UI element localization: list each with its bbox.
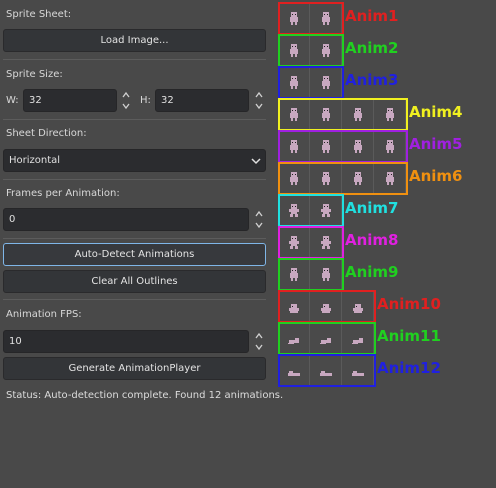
divider	[3, 179, 266, 180]
animation-label: Anim4	[409, 103, 463, 121]
animation-label: Anim2	[345, 39, 399, 57]
frames-spinner[interactable]	[254, 208, 264, 231]
divider	[3, 299, 266, 300]
settings-panel: Sprite Sheet: Load Image... Sprite Size:…	[0, 0, 283, 488]
fps-input[interactable]: 10	[3, 330, 249, 353]
animation-outline	[278, 258, 344, 291]
sheet-direction-select[interactable]: Horizontal	[3, 149, 266, 172]
spin-down-icon	[255, 103, 263, 110]
spin-down-icon	[255, 222, 263, 229]
height-label: H:	[140, 95, 151, 106]
animation-outline	[278, 194, 344, 227]
divider	[3, 238, 266, 239]
animation-outline	[278, 2, 344, 35]
spin-up-icon	[255, 210, 263, 217]
animation-outline	[278, 322, 376, 355]
chevron-down-icon	[251, 158, 261, 165]
sprite-size-label: Sprite Size:	[6, 69, 63, 80]
frames-input[interactable]: 0	[3, 208, 249, 231]
height-input[interactable]: 32	[155, 89, 249, 112]
animation-label: Anim10	[377, 295, 441, 313]
spin-up-icon	[122, 91, 130, 98]
animation-label: Anim11	[377, 327, 441, 345]
sprite-sheet-label: Sprite Sheet:	[6, 9, 72, 20]
animation-label: Anim12	[377, 359, 441, 377]
animation-label: Anim9	[345, 263, 399, 281]
spin-down-icon	[122, 103, 130, 110]
clear-outlines-button[interactable]: Clear All Outlines	[3, 270, 266, 293]
width-label: W:	[6, 95, 19, 106]
sheet-direction-value: Horizontal	[9, 155, 61, 166]
divider	[3, 59, 266, 60]
generate-animation-player-button[interactable]: Generate AnimationPlayer	[3, 357, 266, 380]
frames-label: Frames per Animation:	[6, 188, 120, 199]
spin-down-icon	[255, 344, 263, 351]
animation-label: Anim8	[345, 231, 399, 249]
animation-outline	[278, 162, 408, 195]
spin-up-icon	[255, 91, 263, 98]
animation-outline	[278, 226, 344, 259]
sprite-sheet-preview[interactable]: Anim1 Anim2 Anim3 Anim4 Anim5 Anim6 Anim7 Anim8…	[278, 2, 496, 488]
fps-label: Animation FPS:	[6, 309, 82, 320]
animation-outline	[278, 290, 376, 323]
fps-spinner[interactable]	[254, 330, 264, 353]
spin-up-icon	[255, 332, 263, 339]
animation-label: Anim3	[345, 71, 399, 89]
animation-label: Anim5	[409, 135, 463, 153]
animation-outline	[278, 130, 408, 163]
width-input[interactable]: 32	[23, 89, 117, 112]
animation-outline	[278, 98, 408, 131]
auto-detect-button[interactable]: Auto-Detect Animations	[3, 243, 266, 266]
status-text: Status: Auto-detection complete. Found 1…	[6, 390, 284, 401]
load-image-button[interactable]: Load Image...	[3, 29, 266, 52]
animation-outline	[278, 354, 376, 387]
animation-label: Anim6	[409, 167, 463, 185]
animation-label: Anim1	[345, 7, 399, 25]
animation-label: Anim7	[345, 199, 399, 217]
animation-outline	[278, 34, 344, 67]
width-spinner[interactable]	[121, 89, 131, 112]
divider	[3, 119, 266, 120]
sheet-direction-label: Sheet Direction:	[6, 128, 87, 139]
height-spinner[interactable]	[254, 89, 264, 112]
animation-outline	[278, 66, 344, 99]
